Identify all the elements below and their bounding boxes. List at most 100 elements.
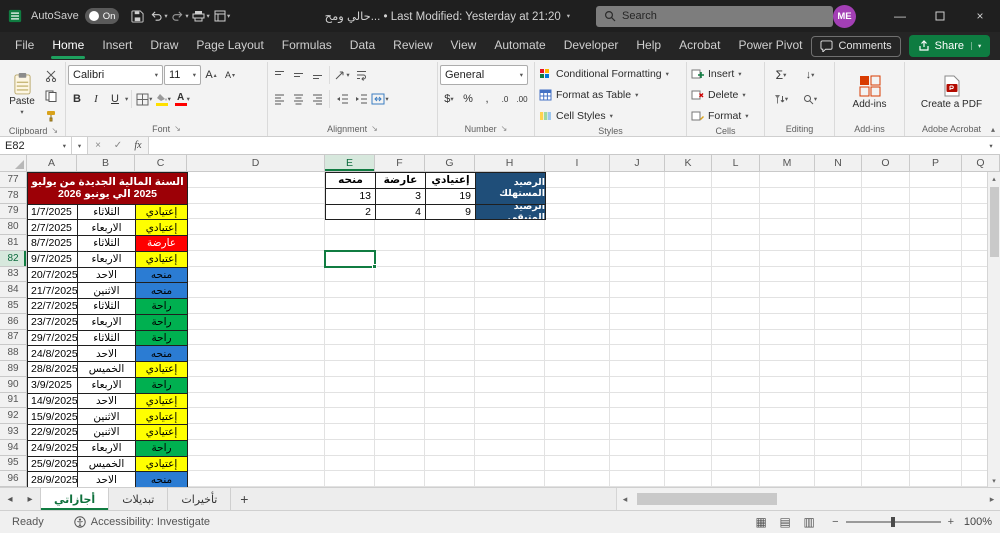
comma-style-button[interactable]: , [478,90,496,108]
scroll-down-arrow[interactable]: ▾ [992,474,996,487]
zoom-slider[interactable] [845,517,941,527]
find-select-button[interactable]: ▾ [796,90,824,108]
day-cell-B79[interactable]: الثلاثاء [77,203,136,221]
fiscal-year-header-cell[interactable]: السنة المالية الجديدة من يوليو 2025 الي … [27,172,188,205]
create-pdf-button[interactable]: Create a PDF [907,63,996,121]
column-header-h[interactable]: H [475,155,545,172]
font-dialog-launcher[interactable]: ↘ [174,124,181,133]
column-header-a[interactable]: A [27,155,77,172]
leave-type-cell-C82[interactable]: إعتيادي [135,250,188,268]
leave-type-cell-C81[interactable]: عارضة [135,235,188,252]
zoom-level[interactable]: 100% [956,516,992,528]
borders-button[interactable]: ▾ [135,90,153,108]
date-cell-A87[interactable]: 29/7/2025 [27,329,78,347]
alignment-dialog-launcher[interactable]: ↘ [371,124,378,133]
font-name-combo[interactable]: Calibri ▾ [68,65,163,85]
addins-button[interactable]: Add-ins [837,63,902,121]
day-cell-B95[interactable]: الخميس [77,455,136,473]
redo-button[interactable]: ▾ [170,0,191,32]
page-layout-view-button[interactable]: ▤ [774,515,796,529]
underline-chevron-icon[interactable]: ▾ [125,95,128,103]
underline-button[interactable]: U [106,90,124,108]
scroll-left-arrow[interactable]: ◂ [617,494,633,505]
day-cell-B83[interactable]: الاحد [77,266,136,284]
document-title[interactable]: حالي ومح... • Last Modified: Yesterday a… [325,9,570,23]
cell-styles-button[interactable]: Cell Styles ▾ [537,106,684,125]
leave-type-cell-C80[interactable]: إعتيادي [135,219,188,236]
number-format-combo[interactable]: General ▾ [440,65,528,85]
format-as-table-button[interactable]: Format as Table ▾ [537,85,684,104]
format-painter-button[interactable] [42,107,60,125]
share-button[interactable]: Share ▾ [908,35,991,57]
column-header-i[interactable]: I [545,155,610,172]
copy-button[interactable] [42,87,60,105]
clipboard-dialog-launcher[interactable]: ↘ [51,126,58,135]
balance-header-1[interactable]: عارضة [375,172,426,189]
format-cells-button[interactable]: Format ▾ [689,106,762,125]
orientation-button[interactable]: ▾ [333,66,351,84]
name-box-dropdown[interactable]: ▾ [72,137,88,154]
sheet-nav-left-arrow[interactable]: ◂ [0,488,20,510]
balance-header-0[interactable]: منحه [325,172,376,189]
menu-tab-page-layout[interactable]: Page Layout [187,32,272,60]
increase-font-button[interactable]: A ▴ [202,66,220,84]
leave-type-cell-C90[interactable]: راحة [135,376,188,394]
leave-type-cell-C84[interactable]: منحه [135,282,188,299]
conditional-formatting-button[interactable]: Conditional Formatting ▾ [537,64,684,83]
column-header-f[interactable]: F [375,155,425,172]
delete-cells-button[interactable]: Delete ▾ [689,85,762,104]
date-cell-A83[interactable]: 20/7/2025 [27,266,78,284]
sort-filter-button[interactable]: ▾ [767,90,795,108]
date-cell-A91[interactable]: 14/9/2025 [27,392,78,410]
day-cell-B96[interactable]: الاحد [77,471,136,487]
leave-type-cell-C92[interactable]: إعتيادي [135,408,188,425]
date-cell-A82[interactable]: 9/7/2025 [27,250,78,268]
insert-function-button[interactable]: fx [128,137,148,154]
zoom-in-button[interactable]: + [948,516,954,528]
column-header-j[interactable]: J [610,155,665,172]
remaining-value-1[interactable]: 4 [375,203,426,221]
font-color-button[interactable]: A ▾ [173,90,191,108]
day-cell-B84[interactable]: الاثنين [77,282,136,299]
menu-tab-review[interactable]: Review [384,32,441,60]
date-cell-A96[interactable]: 28/9/2025 [27,471,78,487]
date-cell-A80[interactable]: 2/7/2025 [27,219,78,236]
leave-type-cell-C88[interactable]: منحه [135,345,188,362]
column-header-c[interactable]: C [135,155,187,172]
zoom-out-button[interactable]: − [832,516,838,528]
vertical-scrollbar[interactable]: ▴ ▾ [987,172,1000,487]
day-cell-B92[interactable]: الاثنين [77,408,136,425]
date-cell-A81[interactable]: 8/7/2025 [27,235,78,252]
remaining-value-2[interactable]: 9 [425,203,476,221]
day-cell-B82[interactable]: الاربعاء [77,250,136,268]
percent-style-button[interactable]: % [459,90,477,108]
leave-type-cell-C96[interactable]: منحه [135,471,188,487]
insert-cells-button[interactable]: Insert ▾ [689,64,762,83]
leave-type-cell-C85[interactable]: راحة [135,298,188,315]
maximize-button[interactable] [920,0,960,32]
scroll-up-arrow[interactable]: ▴ [992,172,996,185]
date-cell-A79[interactable]: 1/7/2025 [27,203,78,221]
collapse-ribbon-chevron[interactable]: ▴ [991,125,995,134]
day-cell-B89[interactable]: الخميس [77,361,136,378]
decrease-indent-button[interactable] [333,90,351,108]
align-left-button[interactable] [270,90,288,108]
column-header-p[interactable]: P [910,155,962,172]
consumed-value-1[interactable]: 3 [375,187,426,205]
column-header-b[interactable]: B [77,155,135,172]
leave-type-cell-C95[interactable]: إعتيادي [135,455,188,473]
sheet-tab-2[interactable]: تأخيرات [168,488,232,510]
date-cell-A84[interactable]: 21/7/2025 [27,282,78,299]
sheet-tab-1[interactable]: تبديلات [109,488,169,510]
scroll-right-arrow[interactable]: ▸ [984,494,1000,505]
menu-tab-draw[interactable]: Draw [141,32,187,60]
day-cell-B85[interactable]: الثلاثاء [77,298,136,315]
wrap-text-button[interactable] [352,66,370,84]
column-header-l[interactable]: L [712,155,760,172]
align-middle-button[interactable] [289,66,307,84]
align-right-button[interactable] [308,90,326,108]
vertical-scroll-thumb[interactable] [989,187,999,257]
selected-cell-E82[interactable] [324,249,377,269]
remaining-balance-label[interactable]: الرصيد المتبقي [475,203,546,221]
increase-decimal-button[interactable]: .0 [497,90,513,108]
